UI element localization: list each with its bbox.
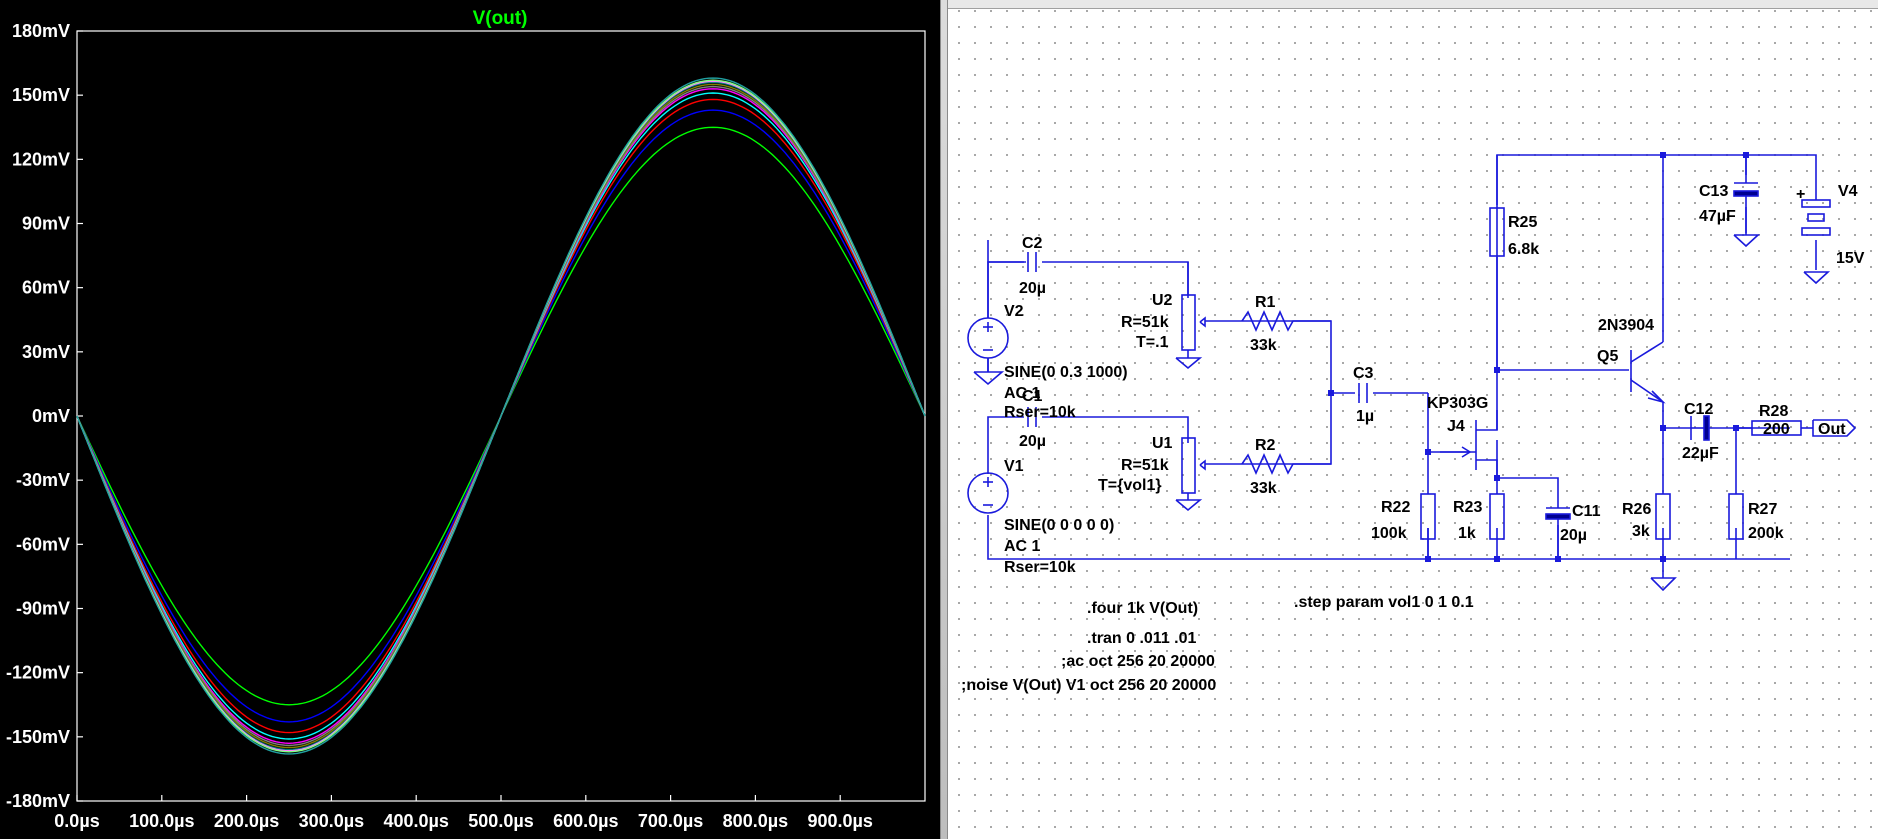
label-u1-r: R=51k [1121, 457, 1169, 474]
label-v1-source: SINE(0 0 0 0 0) [1004, 517, 1114, 534]
label-c1-value: 20µ [1019, 433, 1046, 450]
y-axis: 180mV 150mV 120mV 90mV 60mV 30mV 0mV -30mV -60mV… [6, 21, 83, 811]
potentiometer-u2[interactable] [1175, 262, 1206, 370]
label-r22-value: 100k [1371, 525, 1407, 542]
potentiometer-u1[interactable] [1175, 437, 1206, 512]
y-tick-label: 180mV [12, 21, 70, 41]
label-r26-name: R26 [1622, 501, 1651, 518]
label-r1-name: R1 [1255, 294, 1276, 311]
label-r23-name: R23 [1453, 499, 1482, 516]
capacitor-c3[interactable] [1358, 383, 1368, 403]
label-v4-name: V4 [1838, 183, 1858, 200]
label-c3-value: 1µ [1356, 408, 1374, 425]
label-q5-name: Q5 [1597, 348, 1618, 365]
y-tick-label: -30mV [16, 470, 70, 490]
label-r2-name: R2 [1255, 437, 1276, 454]
label-j4-name: J4 [1447, 418, 1465, 435]
label-r22-name: R22 [1381, 499, 1410, 516]
capacitor-c2[interactable] [1027, 252, 1037, 272]
schematic-window-edge [948, 0, 1878, 9]
y-tick-label: 0mV [32, 406, 70, 426]
y-tick-label: -90mV [16, 599, 70, 619]
label-v1-rser: Rser=10k [1004, 559, 1076, 576]
x-tick-label: 900.0µs [807, 811, 872, 831]
y-tick-label: -120mV [6, 663, 70, 683]
label-c13-value: 47µF [1699, 208, 1736, 225]
label-r1-value: 33k [1250, 337, 1277, 354]
trace-group [76, 77, 926, 755]
directive-ac: ;ac oct 256 20 20000 [1061, 653, 1215, 670]
waveform-plot[interactable]: V(out) 180mV 150mV 120mV 90mV 60mV 30mV 0mV -30… [0, 0, 940, 839]
label-u2-name: U2 [1152, 292, 1173, 309]
y-tick-label: 150mV [12, 85, 70, 105]
x-tick-label: 0.0µs [54, 811, 99, 831]
directive-step: .step param vol1 0 1 0.1 [1294, 594, 1474, 611]
y-tick-label: -60mV [16, 534, 70, 554]
capacitor-c13[interactable] [1733, 155, 1761, 248]
label-q5-model: 2N3904 [1598, 317, 1654, 334]
label-v2-name: V2 [1004, 303, 1024, 320]
label-c12-name: C12 [1684, 401, 1713, 418]
label-r27-name: R27 [1748, 501, 1777, 518]
y-tick-label: 60mV [22, 278, 70, 298]
x-tick-label: 100.0µs [129, 811, 194, 831]
label-c2-value: 20µ [1019, 280, 1046, 297]
label-c12-value: 22µF [1682, 445, 1719, 462]
directive-four: .four 1k V(Out) [1087, 600, 1198, 617]
label-c1-name: C1 [1022, 388, 1043, 405]
label-r25-name: R25 [1508, 214, 1537, 231]
transistor-q5[interactable] [1630, 341, 1666, 404]
label-c3-name: C3 [1353, 365, 1374, 382]
label-r27-value: 200k [1748, 525, 1784, 542]
label-out: Out [1818, 421, 1846, 438]
label-r26-value: 3k [1632, 523, 1650, 540]
y-tick-label: 120mV [12, 149, 70, 169]
voltage-source-v1[interactable] [967, 472, 1009, 514]
label-c11-name: C11 [1572, 503, 1601, 520]
x-tick-label: 400.0µs [383, 811, 448, 831]
label-u1-name: U1 [1152, 435, 1173, 452]
schematic-editor[interactable]: C2 20µ V2 U2 R=51k T=.1 R1 33k SINE(0 0.… [948, 0, 1878, 839]
capacitor-c12[interactable] [1690, 415, 1710, 441]
label-r25-value: 6.8k [1508, 241, 1539, 258]
ground-symbol [1650, 577, 1677, 592]
x-tick-label: 600.0µs [553, 811, 618, 831]
label-u2-r: R=51k [1121, 314, 1169, 331]
directive-tran: .tran 0 .011 .01 [1087, 630, 1197, 647]
label-u1-t: T={vol1} [1098, 477, 1162, 494]
trace-title[interactable]: V(out) [473, 8, 528, 29]
trace-line-11 [76, 77, 926, 755]
label-v1-name: V1 [1004, 458, 1024, 475]
directive-noise: ;noise V(Out) V1 oct 256 20 20000 [961, 677, 1216, 694]
waveform-viewer[interactable]: V(out) 180mV 150mV 120mV 90mV 60mV 30mV 0mV -30… [0, 0, 940, 839]
x-tick-label: 300.0µs [299, 811, 364, 831]
label-r23-value: 1k [1458, 525, 1476, 542]
label-v1-ac: AC 1 [1004, 538, 1041, 555]
y-tick-label: -180mV [6, 791, 70, 811]
schematic-canvas[interactable]: C2 20µ V2 U2 R=51k T=.1 R1 33k SINE(0 0.… [948, 0, 1878, 839]
x-tick-label: 700.0µs [638, 811, 703, 831]
label-v2-rser: Rser=10k [1004, 404, 1076, 421]
y-tick-label: 90mV [22, 214, 70, 234]
label-v4-plus: + [1796, 186, 1805, 203]
y-tick-label: -150mV [6, 727, 70, 747]
label-c11-value: 20µ [1560, 527, 1587, 544]
pane-splitter[interactable] [940, 0, 948, 839]
label-c13-name: C13 [1699, 183, 1728, 200]
label-r28-value: 200 [1763, 421, 1790, 438]
spice-directives[interactable]: .four 1k V(Out) .tran 0 .011 .01 ;ac oct… [961, 594, 1474, 694]
x-tick-label: 500.0µs [468, 811, 533, 831]
voltage-source-v2[interactable] [967, 317, 1009, 386]
y-tick-label: 30mV [22, 342, 70, 362]
label-u2-t: T=.1 [1136, 334, 1169, 351]
label-v2-source: SINE(0 0.3 1000) [1004, 364, 1128, 381]
label-r2-value: 33k [1250, 480, 1277, 497]
label-c2-name: C2 [1022, 235, 1043, 252]
label-v4-value: 15V [1836, 250, 1865, 267]
label-r28-name: R28 [1759, 403, 1788, 420]
label-j4-model: KP303G [1427, 395, 1488, 412]
x-tick-label: 200.0µs [214, 811, 279, 831]
x-tick-label: 800.0µs [723, 811, 788, 831]
